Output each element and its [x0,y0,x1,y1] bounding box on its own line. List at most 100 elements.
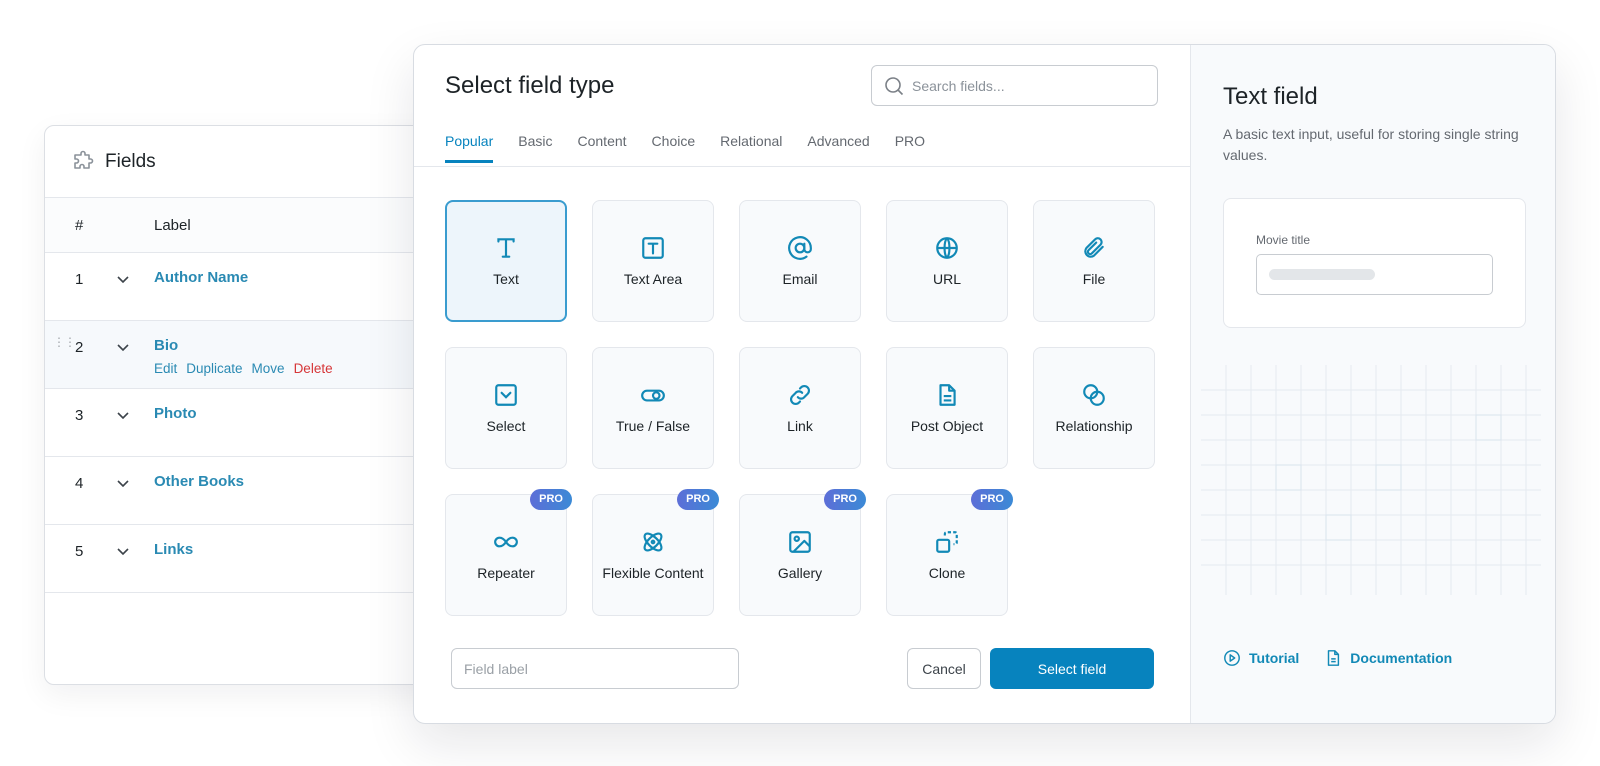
field-type-grid: Text Text Area Email URL File Select Tru… [445,200,1155,616]
field-info-panel: Text field A basic text input, useful fo… [1190,45,1555,723]
search-box[interactable] [871,65,1158,106]
infinity-icon [494,536,518,548]
tile-label: Text Area [623,271,683,287]
chevron-down-icon[interactable] [115,405,154,423]
table-row[interactable]: ⋮⋮ 2 Bio Edit Duplicate Move Delete [45,321,443,389]
modal-title: Select field type [445,72,615,99]
field-name-link[interactable]: Bio [154,337,178,354]
documentation-link[interactable]: Documentation [1324,649,1452,667]
documentation-label: Documentation [1350,650,1453,666]
text-icon [497,238,515,258]
tab-relational[interactable]: Relational [720,133,782,163]
table-row[interactable]: 1 Author Name [45,253,443,321]
table-row[interactable]: 4 Other Books [45,457,443,525]
field-type-file[interactable]: File [1033,200,1155,322]
pro-badge: PRO [971,489,1013,510]
modal-main: Select field type Popular Basic Content … [414,45,1190,723]
tile-label: URL [932,271,961,287]
chevron-down-icon[interactable] [115,337,154,355]
tab-advanced[interactable]: Advanced [807,133,869,163]
cancel-button[interactable]: Cancel [907,648,981,689]
field-type-clone[interactable]: PRO Clone [886,489,1013,616]
tab-choice[interactable]: Choice [652,133,696,163]
tile-label: Gallery [777,565,823,581]
puzzle-icon [74,150,94,169]
document-icon [1328,650,1340,666]
field-type-link[interactable]: Link [739,347,861,469]
tile-label: Relationship [1055,418,1133,434]
column-label: Label [154,216,191,234]
chevron-down-icon[interactable] [115,269,154,287]
row-number: 1 [75,271,84,288]
text-area-icon [642,237,664,259]
field-name-link[interactable]: Other Books [154,473,244,490]
field-preview: Movie title [1223,198,1526,328]
at-icon [788,236,812,260]
table-row[interactable]: 3 Photo [45,389,443,457]
delete-link[interactable]: Delete [294,361,333,376]
duplicate-link[interactable]: Duplicate [186,361,242,376]
field-type-text-area[interactable]: Text Area [592,200,714,322]
chevron-down-icon[interactable] [115,473,154,491]
table-row[interactable]: 5 Links [45,525,443,593]
field-name-link[interactable]: Photo [154,405,197,422]
tile-label: Flexible Content [602,565,704,581]
select-field-type-modal: Select field type Popular Basic Content … [413,44,1556,724]
search-input[interactable] [912,77,1142,94]
tutorial-label: Tutorial [1249,650,1300,666]
field-label-input[interactable] [451,648,739,689]
tile-label: Text [493,271,519,287]
tile-label: File [1082,271,1106,287]
fields-header: Fields [45,126,443,198]
fields-panel: Fields # Label 1 Author Name ⋮⋮ 2 Bio Ed… [44,125,444,685]
field-type-true-false[interactable]: True / False [592,347,714,469]
tile-label: True / False [615,418,691,434]
field-info-title: Text field [1223,83,1318,110]
image-icon [789,531,811,553]
field-type-post-object[interactable]: Post Object [886,347,1008,469]
field-type-flexible-content[interactable]: PRO Flexible Content [592,489,719,616]
tutorial-link[interactable]: Tutorial [1223,649,1299,667]
edit-link[interactable]: Edit [154,361,177,376]
atom-icon [643,532,663,552]
tile-label: Clone [928,565,966,581]
select-field-button[interactable]: Select field [990,648,1154,689]
link-icon [790,385,810,405]
tab-popular[interactable]: Popular [445,133,494,163]
tile-label: Email [782,271,818,287]
pro-badge: PRO [824,489,866,510]
tab-pro[interactable]: PRO [895,133,925,163]
help-links: Tutorial Documentation [1223,649,1452,667]
chevron-down-icon[interactable] [115,541,154,559]
tile-label: Post Object [910,418,984,434]
tile-label: Repeater [477,565,535,581]
tabs-divider [414,166,1190,167]
grid-pattern [1201,365,1541,595]
field-type-select[interactable]: Select [445,347,567,469]
field-type-text[interactable]: Text [445,200,567,322]
field-info-description: A basic text input, useful for storing s… [1223,126,1519,163]
field-type-relationship[interactable]: Relationship [1033,347,1155,469]
fields-title: Fields [105,150,156,172]
drag-handle-icon[interactable]: ⋮⋮ [53,336,76,348]
field-type-url[interactable]: URL [886,200,1008,322]
field-type-gallery[interactable]: PRO Gallery [739,489,866,616]
row-number: 3 [75,407,84,424]
select-icon [495,384,517,406]
field-type-email[interactable]: Email [739,200,861,322]
field-name-link[interactable]: Author Name [154,269,248,286]
row-number: 4 [75,475,84,492]
fields-column-headers: # Label [45,198,443,253]
field-name-link[interactable]: Links [154,541,193,558]
field-type-repeater[interactable]: PRO Repeater [445,489,572,616]
row-actions: Edit Duplicate Move Delete [154,361,333,376]
clone-icon [936,531,958,553]
tab-basic[interactable]: Basic [518,133,552,163]
move-link[interactable]: Move [252,361,285,376]
column-number: # [75,216,84,234]
preview-input [1256,254,1493,295]
pro-badge: PRO [530,489,572,510]
tile-label: Link [787,418,813,434]
tab-content[interactable]: Content [578,133,627,163]
play-circle-icon [1224,650,1240,666]
